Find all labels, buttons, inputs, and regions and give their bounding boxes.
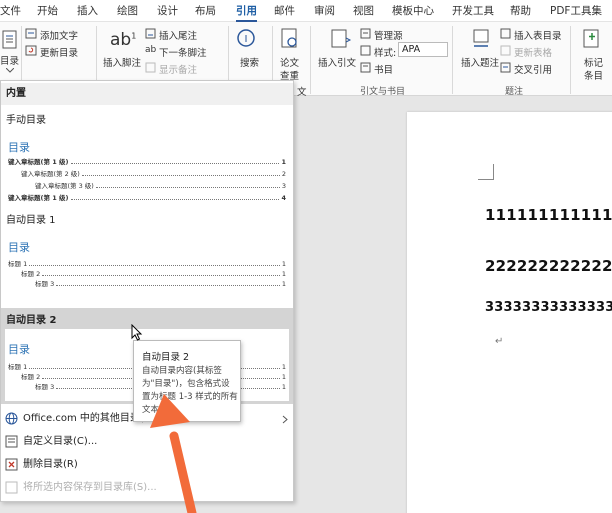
manual-toc-line[interactable]: 键入章标题(第 1 级) 1 (8, 156, 286, 166)
endnote-icon (145, 28, 156, 39)
doc-line-2[interactable]: 2222222222222222 (485, 257, 612, 275)
page-margin-corner (478, 164, 494, 180)
group-label-citations: 引文与书目 (360, 87, 406, 97)
doc-line-3[interactable]: 3333333333333333 (485, 300, 612, 315)
table-of-contents-icon (2, 30, 17, 49)
chevron-right-icon (282, 415, 288, 424)
manage-sources-button[interactable]: 管理源 (374, 28, 403, 42)
manual-toc-item-label[interactable]: 手动目录 (6, 111, 46, 126)
tab-view[interactable]: 视图 (353, 0, 374, 22)
table-of-figures-icon (500, 28, 511, 39)
style-select-value: APA (402, 44, 421, 55)
tab-layout[interactable]: 布局 (195, 0, 216, 22)
paper-check-label-1[interactable]: 论文 (280, 55, 299, 69)
footnote-ab-icon: ab1 (110, 30, 137, 50)
cross-reference-icon (500, 62, 511, 73)
insert-caption-icon (473, 29, 489, 47)
group-label-toc-fragment: 文 (297, 87, 307, 98)
insert-table-of-figures-button[interactable]: 插入表目录 (514, 28, 562, 42)
style-select[interactable]: APA (398, 42, 448, 57)
auto-toc-2-preview-title: 目录 (8, 343, 30, 356)
tooltip-title: 自动目录 2 (142, 352, 190, 363)
manual-toc-line[interactable]: 键入章标题(第 1 级) 4 (8, 192, 286, 202)
tab-help[interactable]: 帮助 (510, 0, 531, 22)
search-icon (237, 29, 255, 47)
toc-button[interactable]: 目录 (0, 53, 19, 67)
tooltip-body: 自动目录内容(其标签为"目录")，包含格式设置为标题 1-3 样式的所有文本 (142, 366, 238, 415)
tab-design[interactable]: 设计 (157, 0, 178, 22)
style-label: 样式: (374, 48, 397, 59)
mark-entry-label-2[interactable]: 条目 (584, 68, 603, 82)
tab-file[interactable]: 文件 (0, 0, 21, 22)
bibliography-button[interactable]: 书目 (374, 62, 393, 76)
ribbon-tab-bar: 文件 开始 插入 绘图 设计 布局 引用 邮件 审阅 视图 模板中心 开发工具 … (0, 0, 612, 22)
next-footnote-button[interactable]: 下一条脚注 (159, 45, 207, 59)
tab-draw[interactable]: 绘图 (117, 0, 138, 22)
group-label-captions: 题注 (505, 87, 524, 97)
add-text-button[interactable]: 添加文字 (40, 28, 78, 42)
paragraph-mark: ↵ (495, 336, 504, 347)
search-button[interactable]: 搜索 (240, 55, 259, 69)
tab-mailings[interactable]: 邮件 (274, 0, 295, 22)
update-table-icon (500, 45, 511, 56)
gallery-section-builtin: 内置 (1, 83, 293, 105)
auto-toc-1-line[interactable]: 标题 21 (21, 268, 286, 278)
show-notes-button[interactable]: 显示备注 (159, 62, 197, 76)
manage-sources-icon (360, 28, 371, 39)
tab-template-center[interactable]: 模板中心 (392, 0, 434, 22)
remove-toc-item[interactable]: 删除目录(R) (1, 454, 293, 476)
auto-toc-1-label[interactable]: 自动目录 1 (6, 211, 56, 226)
tab-developer[interactable]: 开发工具 (452, 0, 494, 22)
auto-toc-2-tooltip: 自动目录 2 自动目录内容(其标签为"目录")，包含格式设置为标题 1-3 样式… (133, 340, 241, 422)
add-text-icon (25, 28, 37, 39)
tab-review[interactable]: 审阅 (314, 0, 335, 22)
tab-pdf-tools[interactable]: PDF工具集 (550, 0, 602, 22)
manual-toc-line[interactable]: 键入章标题(第 3 级) 3 (35, 180, 286, 190)
auto-toc-1-line[interactable]: 标题 31 (35, 278, 286, 288)
next-footnote-icon: ab (145, 45, 157, 55)
cross-reference-button[interactable]: 交叉引用 (514, 62, 552, 76)
mark-entry-label-1[interactable]: 标记 (584, 55, 603, 69)
insert-footnote-button[interactable]: 插入脚注 (103, 55, 141, 69)
update-table-button[interactable]: 更新表格 (514, 45, 552, 59)
manual-toc-line[interactable]: 键入章标题(第 2 级) 2 (21, 168, 286, 178)
mark-entry-icon (583, 29, 599, 48)
auto-toc-1-line[interactable]: 标题 11 (8, 258, 286, 268)
tab-home[interactable]: 开始 (37, 0, 58, 22)
auto-toc-1-preview-title: 目录 (8, 241, 30, 254)
globe-icon (5, 412, 18, 425)
update-toc-icon (25, 45, 37, 56)
doc-line-1[interactable]: 111111111111111 (485, 206, 612, 224)
custom-toc-item[interactable]: 自定义目录(C)... (1, 431, 293, 453)
insert-citation-icon (331, 29, 352, 48)
auto-toc-2-label[interactable]: 自动目录 2 (6, 311, 56, 326)
style-icon (360, 45, 371, 56)
chevron-down-icon[interactable] (6, 68, 14, 74)
paper-check-icon (281, 28, 297, 48)
custom-toc-icon (5, 435, 18, 448)
update-toc-button[interactable]: 更新目录 (40, 45, 78, 59)
manual-toc-preview-title: 目录 (8, 141, 30, 154)
insert-citation-button[interactable]: 插入引文 (318, 55, 356, 69)
document-page[interactable]: 111111111111111 2222222222222222 3333333… (407, 112, 612, 513)
insert-endnote-button[interactable]: 插入尾注 (159, 28, 197, 42)
mouse-cursor-icon (131, 324, 143, 341)
insert-caption-button[interactable]: 插入题注 (461, 55, 499, 69)
save-to-gallery-icon (5, 481, 18, 494)
save-selection-to-gallery-item[interactable]: 将所选内容保存到目录库(S)... (1, 477, 293, 499)
tab-references[interactable]: 引用 (236, 0, 257, 22)
show-notes-icon (145, 62, 156, 73)
remove-toc-icon (5, 458, 18, 471)
toc-gallery-dropdown: 内置 手动目录 目录 键入章标题(第 1 级) 1 键入章标题(第 2 级) 2 键… (0, 80, 294, 502)
bibliography-icon (360, 62, 371, 73)
tab-insert[interactable]: 插入 (77, 0, 98, 22)
